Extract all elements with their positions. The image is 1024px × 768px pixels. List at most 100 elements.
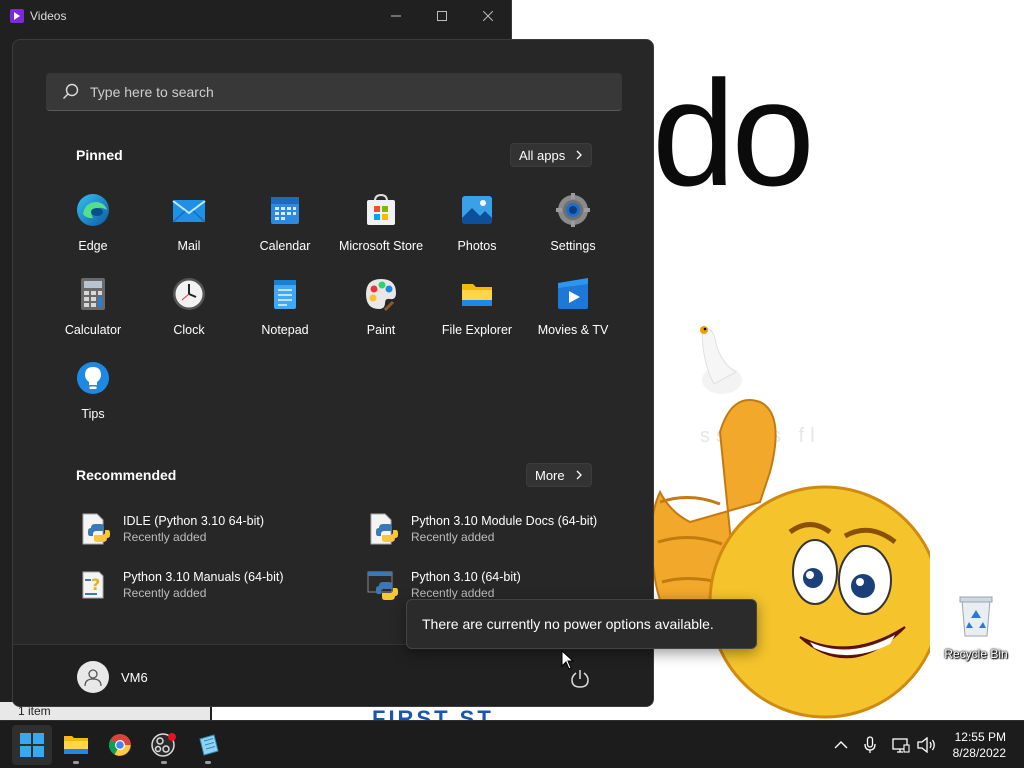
avatar	[77, 661, 109, 693]
pinned-app-edge[interactable]: Edge	[45, 192, 141, 262]
search-input[interactable]	[90, 83, 590, 100]
microphone-button[interactable]	[860, 721, 880, 768]
pinned-app-mail[interactable]: Mail	[141, 192, 237, 262]
pinned-app-paint[interactable]: Paint	[333, 276, 429, 346]
window-title: Videos	[30, 9, 67, 23]
pinned-app-label: Mail	[177, 239, 201, 253]
python-docs-icon	[370, 513, 398, 545]
pinned-app-tips[interactable]: Tips	[45, 360, 141, 430]
pinned-app-photos[interactable]: Photos	[429, 192, 525, 262]
taskbar-notepad[interactable]	[188, 725, 228, 765]
pinned-app-label: Paint	[366, 323, 396, 337]
python-icon	[367, 571, 398, 600]
recommended-item-subtitle: Recently added	[123, 586, 207, 600]
user-account-button[interactable]: VM6	[77, 661, 148, 693]
close-button[interactable]	[465, 0, 511, 32]
start-menu-footer: VM6	[13, 644, 653, 706]
start-icon	[20, 733, 44, 757]
taskbar-clock[interactable]: 12:55 PM 8/28/2022	[953, 729, 1006, 761]
clock-icon	[173, 278, 205, 310]
pinned-app-calendar[interactable]: Calendar	[237, 192, 333, 262]
pinned-app-label: Photos	[457, 239, 497, 253]
start-button[interactable]	[12, 725, 52, 765]
pinned-app-microsoft-store[interactable]: Microsoft Store	[333, 192, 429, 262]
calendar-icon	[271, 197, 299, 224]
search-box[interactable]	[46, 73, 622, 111]
background-banner: FIRST ST	[212, 706, 584, 720]
volume-icon	[917, 737, 935, 753]
pinned-app-label: Notepad	[261, 323, 309, 337]
pinned-app-label: Calculator	[64, 323, 122, 337]
recommended-item-idle[interactable]: IDLE (Python 3.10 64-bit) Recently added	[77, 509, 337, 549]
recommended-item-module-docs[interactable]: Python 3.10 Module Docs (64-bit) Recentl…	[365, 509, 625, 549]
taskbar-file-explorer[interactable]	[56, 725, 96, 765]
chrome-icon	[109, 734, 131, 756]
pinned-app-settings[interactable]: Settings	[525, 192, 621, 262]
running-indicator	[205, 761, 211, 764]
maximize-icon	[437, 11, 447, 21]
pinned-app-notepad[interactable]: Notepad	[237, 276, 333, 346]
python-idle-icon	[82, 513, 110, 545]
all-apps-button[interactable]: All apps	[510, 143, 593, 167]
notepad-icon	[274, 280, 296, 309]
chevron-up-icon	[834, 741, 848, 749]
recommended-item-manuals[interactable]: ? Python 3.10 Manuals (64-bit) Recently …	[77, 565, 337, 605]
pinned-app-label: Clock	[173, 323, 205, 337]
running-indicator	[73, 761, 79, 764]
recycle-bin-label: Recycle Bin	[944, 647, 1008, 661]
show-hidden-icons-button[interactable]	[830, 721, 852, 768]
maximize-button[interactable]	[419, 0, 465, 32]
store-icon	[367, 193, 395, 225]
wallpaper-text: do	[652, 49, 815, 217]
network-icon	[892, 738, 910, 753]
recycle-bin[interactable]: Recycle Bin	[942, 594, 1010, 661]
pinned-app-file-explorer[interactable]: File Explorer	[429, 276, 525, 346]
settings-icon	[556, 193, 590, 227]
recommended-item-subtitle: Recently added	[411, 586, 495, 600]
tips-icon	[77, 362, 109, 394]
more-button[interactable]: More	[526, 463, 592, 487]
clock-date: 8/28/2022	[952, 746, 1006, 760]
taskbar: 12:55 PM 8/28/2022	[0, 720, 1024, 768]
obs-icon	[151, 733, 176, 757]
svg-text:?: ?	[91, 575, 100, 594]
edge-icon	[77, 194, 109, 226]
more-label: More	[535, 467, 565, 483]
paint-icon	[366, 279, 396, 312]
taskbar-chrome[interactable]	[100, 725, 140, 765]
python-manuals-icon: ?	[82, 571, 104, 599]
mail-icon	[172, 200, 206, 223]
pinned-app-label: Movies & TV	[537, 323, 609, 337]
power-icon[interactable]	[569, 668, 591, 690]
pinned-app-movies-tv[interactable]: Movies & TV	[525, 276, 621, 346]
minimize-button[interactable]	[373, 0, 419, 32]
close-icon	[483, 11, 493, 21]
all-apps-label: All apps	[519, 147, 566, 163]
pinned-title: Pinned	[76, 147, 123, 163]
recommended-item-subtitle: Recently added	[411, 530, 495, 544]
volume-button[interactable]	[916, 721, 938, 768]
recommended-item-title: IDLE (Python 3.10 64-bit)	[123, 514, 265, 528]
pinned-app-label: Edge	[78, 239, 108, 253]
calculator-icon	[81, 278, 105, 310]
photos-icon	[462, 196, 492, 224]
minimize-icon	[391, 15, 401, 17]
pinned-app-label: Calendar	[259, 239, 311, 253]
movies-app-icon	[10, 9, 24, 23]
user-icon	[84, 669, 102, 687]
chevron-right-icon	[576, 150, 583, 160]
taskbar-obs[interactable]	[144, 725, 184, 765]
recommended-title: Recommended	[76, 467, 177, 483]
recommended-item-subtitle: Recently added	[123, 530, 207, 544]
recommended-item-title: Python 3.10 Manuals (64-bit)	[123, 570, 284, 584]
chevron-right-icon	[576, 470, 582, 480]
search-icon	[63, 83, 79, 99]
recycle-bin-icon	[959, 596, 993, 637]
power-tooltip: There are currently no power options ava…	[406, 599, 757, 649]
recommended-item-title: Python 3.10 (64-bit)	[411, 570, 521, 584]
bird-image	[700, 326, 742, 394]
pinned-app-calculator[interactable]: Calculator	[45, 276, 141, 346]
pinned-app-clock[interactable]: Clock	[141, 276, 237, 346]
clock-time: 12:55 PM	[954, 730, 1006, 744]
network-button[interactable]	[890, 721, 912, 768]
